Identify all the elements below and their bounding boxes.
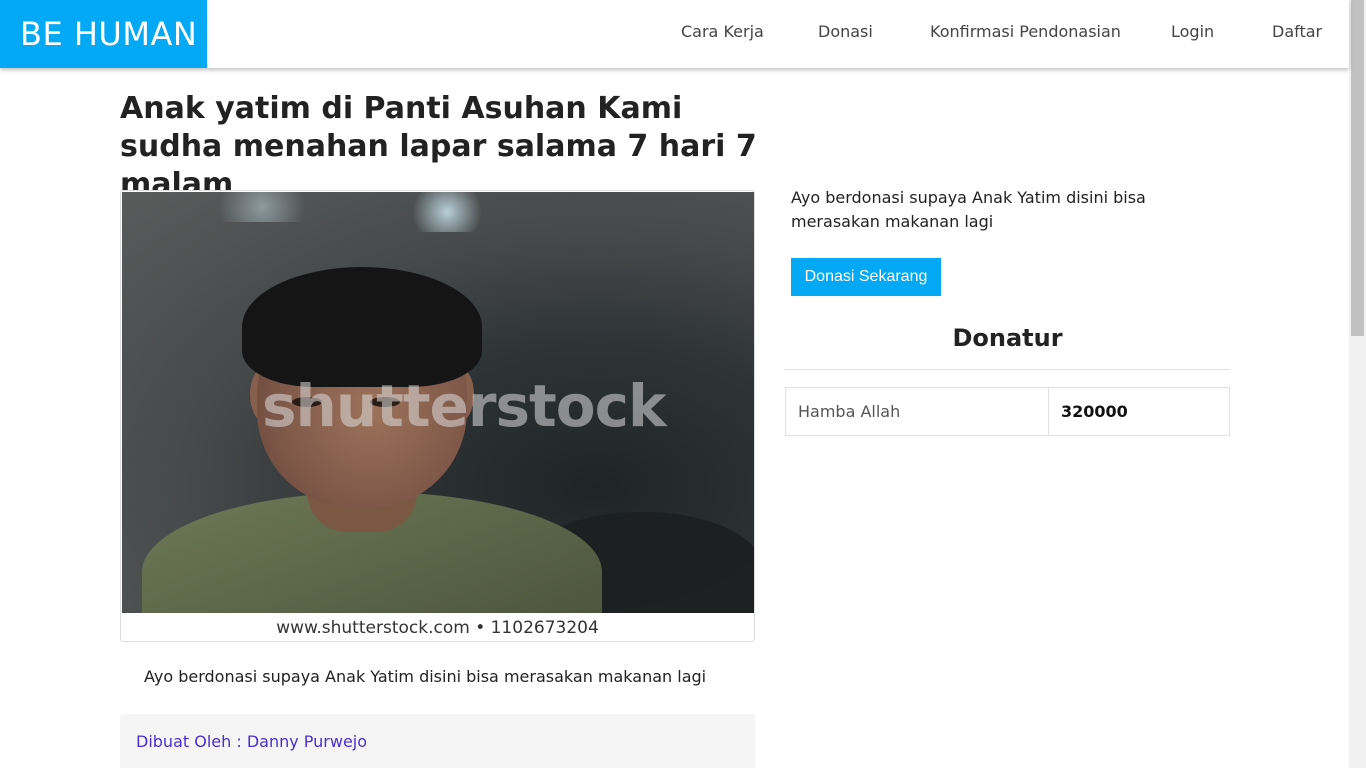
- background-light: [202, 192, 322, 222]
- sidebar-description: Ayo berdonasi supaya Anak Yatim disini b…: [791, 188, 1146, 231]
- child-hair: [242, 267, 482, 387]
- nav-login[interactable]: Login: [1171, 0, 1214, 64]
- nav-konfirmasi-pendonasian[interactable]: Konfirmasi Pendonasian: [930, 0, 1121, 64]
- donors-table: Hamba Allah 320000: [785, 387, 1230, 436]
- image-watermark: shutterstock: [262, 372, 667, 440]
- brand-logo[interactable]: BE HUMAN: [0, 0, 207, 68]
- nav-daftar[interactable]: Daftar: [1272, 0, 1322, 64]
- campaign-caption: Ayo berdonasi supaya Anak Yatim disini b…: [144, 667, 707, 686]
- divider: [785, 369, 1230, 370]
- campaign-title: Anak yatim di Panti Asuhan Kami sudha me…: [120, 91, 757, 202]
- author-box: Dibuat Oleh : Danny Purwejo: [120, 714, 755, 768]
- donor-name: Hamba Allah: [785, 387, 1049, 436]
- navbar: BE HUMAN Cara Kerja Donasi Konfirmasi Pe…: [0, 0, 1349, 68]
- nav-cara-kerja[interactable]: Cara Kerja: [681, 0, 764, 64]
- campaign-image-frame: shutterstock www.shutterstock.com • 1102…: [120, 190, 755, 642]
- donors-heading: Donatur: [952, 324, 1063, 352]
- scrollbar-thumb[interactable]: [1351, 0, 1364, 336]
- donor-amount: 320000: [1048, 387, 1230, 436]
- background-light: [402, 192, 492, 232]
- image-watermark-footer: www.shutterstock.com • 1102673204: [121, 614, 754, 641]
- table-row: Hamba Allah 320000: [785, 387, 1230, 436]
- page-scrollbar[interactable]: [1349, 0, 1366, 768]
- nav-donasi[interactable]: Donasi: [818, 0, 873, 64]
- campaign-photo: shutterstock: [122, 192, 754, 613]
- donate-now-button[interactable]: Donasi Sekarang: [791, 258, 941, 296]
- author-link[interactable]: Dibuat Oleh : Danny Purwejo: [136, 732, 367, 751]
